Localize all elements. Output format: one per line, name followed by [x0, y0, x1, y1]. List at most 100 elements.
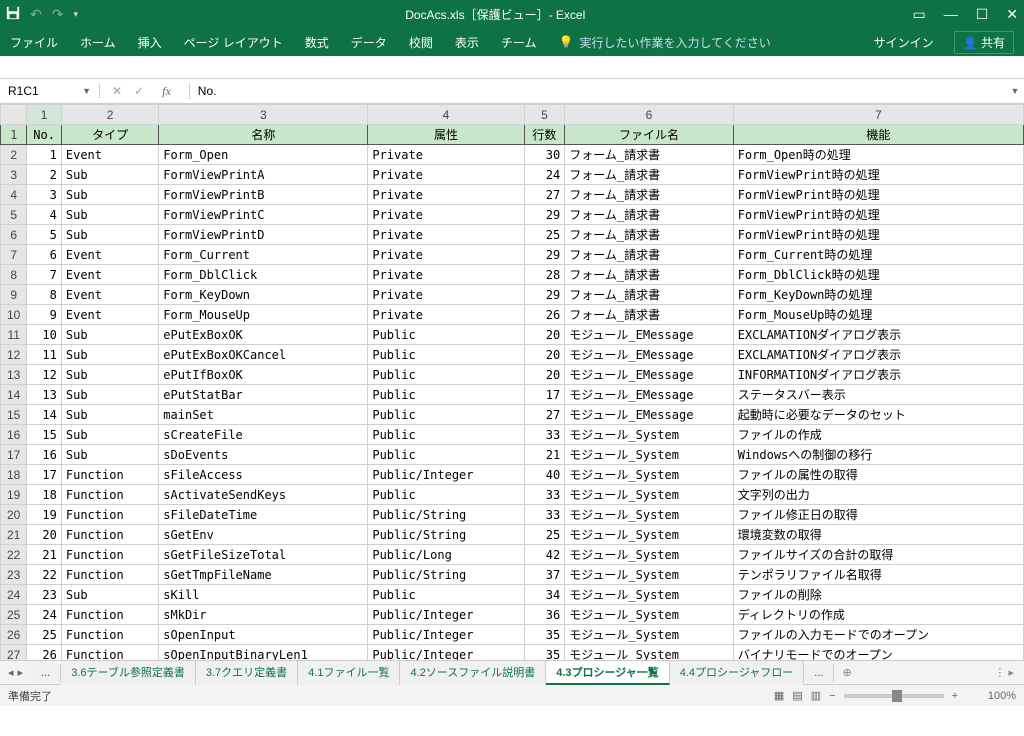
sheet-tab[interactable]: 4.1ファイル一覧: [298, 661, 400, 685]
header-cell[interactable]: 名称: [159, 125, 368, 145]
zoom-in-icon[interactable]: +: [952, 690, 958, 702]
cell-file[interactable]: モジュール_EMessage: [565, 325, 733, 345]
cell-file[interactable]: フォーム_請求書: [565, 285, 733, 305]
row-head[interactable]: 22: [1, 545, 27, 565]
cell-attr[interactable]: Public/Integer: [368, 645, 524, 661]
cell-attr[interactable]: Public: [368, 425, 524, 445]
cell-name[interactable]: FormViewPrintB: [159, 185, 368, 205]
cell-type[interactable]: Function: [61, 565, 158, 585]
cell-name[interactable]: sOpenInput: [159, 625, 368, 645]
cell-file[interactable]: モジュール_System: [565, 565, 733, 585]
undo-icon[interactable]: ↶: [30, 6, 42, 23]
zoom-slider[interactable]: [844, 694, 944, 698]
sheet-tab-more-left[interactable]: ...: [31, 664, 61, 682]
cell-no[interactable]: 6: [27, 245, 62, 265]
cell-no[interactable]: 8: [27, 285, 62, 305]
cell-no[interactable]: 12: [27, 365, 62, 385]
cell-func[interactable]: ファイルサイズの合計の取得: [733, 545, 1023, 565]
cell-func[interactable]: 起動時に必要なデータのセット: [733, 405, 1023, 425]
cell-type[interactable]: Sub: [61, 205, 158, 225]
cell-no[interactable]: 3: [27, 185, 62, 205]
cell-file[interactable]: モジュール_System: [565, 525, 733, 545]
cell-no[interactable]: 18: [27, 485, 62, 505]
cell-func[interactable]: Windowsへの制御の移行: [733, 445, 1023, 465]
row-head[interactable]: 5: [1, 205, 27, 225]
cell-lines[interactable]: 25: [524, 525, 565, 545]
row-head[interactable]: 14: [1, 385, 27, 405]
cell-lines[interactable]: 35: [524, 625, 565, 645]
new-sheet-icon[interactable]: ⊕: [834, 666, 859, 679]
cell-type[interactable]: Sub: [61, 445, 158, 465]
minimize-icon[interactable]: —: [944, 6, 958, 22]
cell-lines[interactable]: 26: [524, 305, 565, 325]
cell-func[interactable]: 文字列の出力: [733, 485, 1023, 505]
row-head[interactable]: 27: [1, 645, 27, 661]
cell-func[interactable]: FormViewPrint時の処理: [733, 225, 1023, 245]
tab-view[interactable]: 表示: [455, 34, 479, 51]
cell-lines[interactable]: 33: [524, 485, 565, 505]
cell-no[interactable]: 14: [27, 405, 62, 425]
cell-lines[interactable]: 30: [524, 145, 565, 165]
cell-func[interactable]: Form_Open時の処理: [733, 145, 1023, 165]
cell-file[interactable]: モジュール_EMessage: [565, 345, 733, 365]
cell-type[interactable]: Sub: [61, 225, 158, 245]
cell-type[interactable]: Sub: [61, 585, 158, 605]
cell-file[interactable]: モジュール_System: [565, 425, 733, 445]
row-head[interactable]: 18: [1, 465, 27, 485]
tab-formulas[interactable]: 数式: [305, 34, 329, 51]
tab-team[interactable]: チーム: [501, 34, 537, 51]
cell-no[interactable]: 15: [27, 425, 62, 445]
cell-name[interactable]: FormViewPrintA: [159, 165, 368, 185]
zoom-level[interactable]: 100%: [966, 690, 1016, 702]
cell-attr[interactable]: Public: [368, 405, 524, 425]
cell-func[interactable]: 環境変数の取得: [733, 525, 1023, 545]
cell-no[interactable]: 23: [27, 585, 62, 605]
cell-file[interactable]: モジュール_System: [565, 645, 733, 661]
sheet-tab[interactable]: 4.4プロシージャフロー: [670, 661, 805, 685]
cell-attr[interactable]: Private: [368, 245, 524, 265]
cell-file[interactable]: モジュール_System: [565, 545, 733, 565]
cell-attr[interactable]: Private: [368, 205, 524, 225]
cell-no[interactable]: 9: [27, 305, 62, 325]
sheet-tab[interactable]: 3.6テーブル参照定義書: [61, 661, 196, 685]
cell-no[interactable]: 11: [27, 345, 62, 365]
row-head[interactable]: 9: [1, 285, 27, 305]
cell-func[interactable]: ファイルの属性の取得: [733, 465, 1023, 485]
cell-attr[interactable]: Public: [368, 385, 524, 405]
cell-lines[interactable]: 29: [524, 285, 565, 305]
tab-data[interactable]: データ: [351, 34, 387, 51]
cell-file[interactable]: モジュール_System: [565, 585, 733, 605]
cell-attr[interactable]: Public: [368, 345, 524, 365]
cell-file[interactable]: フォーム_請求書: [565, 185, 733, 205]
cell-attr[interactable]: Private: [368, 165, 524, 185]
cell-lines[interactable]: 29: [524, 205, 565, 225]
cell-attr[interactable]: Public/Integer: [368, 625, 524, 645]
cell-func[interactable]: Form_DblClick時の処理: [733, 265, 1023, 285]
row-head[interactable]: 3: [1, 165, 27, 185]
cell-name[interactable]: Form_DblClick: [159, 265, 368, 285]
cell-no[interactable]: 20: [27, 525, 62, 545]
cell-lines[interactable]: 20: [524, 325, 565, 345]
select-all-corner[interactable]: [1, 105, 27, 125]
cell-no[interactable]: 13: [27, 385, 62, 405]
tab-file[interactable]: ファイル: [10, 34, 58, 51]
cell-type[interactable]: Function: [61, 505, 158, 525]
cell-file[interactable]: フォーム_請求書: [565, 225, 733, 245]
cell-func[interactable]: FormViewPrint時の処理: [733, 165, 1023, 185]
cell-no[interactable]: 21: [27, 545, 62, 565]
sheet-tab-more-right[interactable]: ...: [804, 664, 834, 682]
cell-attr[interactable]: Public/String: [368, 565, 524, 585]
cell-name[interactable]: sFileDateTime: [159, 505, 368, 525]
cell-name[interactable]: FormViewPrintD: [159, 225, 368, 245]
row-head[interactable]: 23: [1, 565, 27, 585]
cell-file[interactable]: フォーム_請求書: [565, 265, 733, 285]
cell-file[interactable]: モジュール_EMessage: [565, 385, 733, 405]
cell-name[interactable]: sFileAccess: [159, 465, 368, 485]
formula-input[interactable]: No.: [190, 84, 1006, 98]
cell-file[interactable]: モジュール_EMessage: [565, 365, 733, 385]
cell-file[interactable]: モジュール_System: [565, 505, 733, 525]
view-pagelayout-icon[interactable]: ▤: [792, 689, 802, 702]
row-head[interactable]: 16: [1, 425, 27, 445]
cell-file[interactable]: フォーム_請求書: [565, 165, 733, 185]
cell-no[interactable]: 5: [27, 225, 62, 245]
